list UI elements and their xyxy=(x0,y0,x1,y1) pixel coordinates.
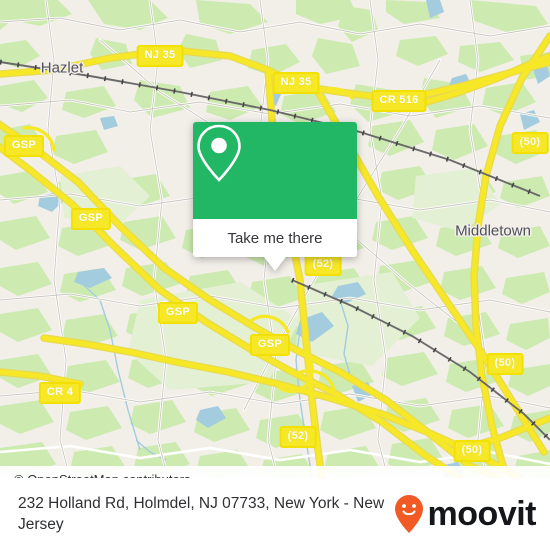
place-label-hazlet: Hazlet xyxy=(40,59,84,77)
moovit-wordmark: moovit xyxy=(427,495,537,533)
popup-cta-label: Take me there xyxy=(227,229,323,247)
popup-image-area xyxy=(193,122,357,219)
road-shield-52-north[interactable]: (52) xyxy=(304,254,342,276)
moovit-smiley-pin-icon xyxy=(394,495,423,533)
popup-pointer-tail xyxy=(264,257,286,271)
location-address: 232 Holland Rd, Holmdel, NJ 07733, New Y… xyxy=(18,495,385,533)
attribution-text: © OpenStreetMap contributors xyxy=(14,472,191,479)
road-shield-50-south[interactable]: (50) xyxy=(453,440,491,462)
road-shield-cr-516[interactable]: CR 516 xyxy=(371,90,427,112)
road-shield-gsp-4[interactable]: GSP xyxy=(249,334,291,356)
osm-map-canvas[interactable]: Hazlet Middletown NJ 35 NJ 35 CR 516 (50… xyxy=(0,0,550,478)
moovit-map-screenshot: Hazlet Middletown NJ 35 NJ 35 CR 516 (50… xyxy=(0,0,550,550)
location-popup-card[interactable]: Take me there xyxy=(193,122,357,271)
road-shield-50-middle[interactable]: (50) xyxy=(486,353,524,375)
place-label-middletown: Middletown xyxy=(455,222,531,240)
map-attribution[interactable]: © OpenStreetMap contributors xyxy=(0,466,550,478)
road-shield-gsp-3[interactable]: GSP xyxy=(157,302,199,324)
road-shield-50-north[interactable]: (50) xyxy=(511,132,549,154)
popup-cta-button[interactable]: Take me there xyxy=(193,219,357,257)
road-shield-nj-35-east[interactable]: NJ 35 xyxy=(272,72,320,94)
road-shield-cr-4[interactable]: CR 4 xyxy=(38,382,82,404)
map-pin-icon xyxy=(197,124,241,182)
road-shield-52-south[interactable]: (52) xyxy=(279,426,317,448)
road-shield-gsp-1[interactable]: GSP xyxy=(3,135,45,157)
footer-inner: 232 Holland Rd, Holmdel, NJ 07733, New Y… xyxy=(0,478,550,550)
road-shield-gsp-2[interactable]: GSP xyxy=(70,208,112,230)
footer-bar: 232 Holland Rd, Holmdel, NJ 07733, New Y… xyxy=(0,478,550,550)
moovit-logo[interactable]: moovit xyxy=(394,494,537,534)
road-shield-nj-35-west[interactable]: NJ 35 xyxy=(136,45,184,67)
